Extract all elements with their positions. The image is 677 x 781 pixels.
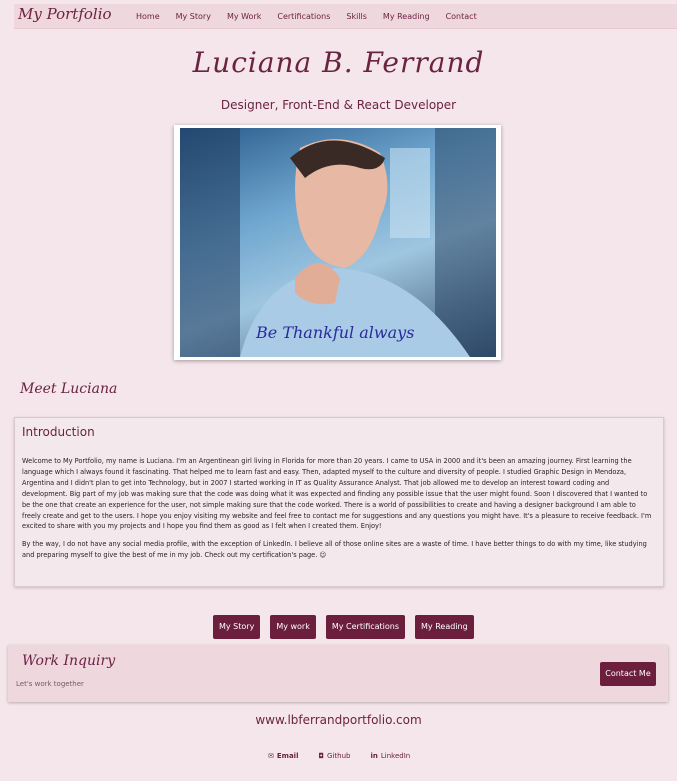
- footer-linkedin-link[interactable]: in LinkedIn: [370, 752, 410, 760]
- nav-link-my-reading[interactable]: My Reading: [383, 12, 430, 21]
- profile-photo: Be Thankful always: [180, 128, 496, 357]
- work-inquiry-title: Work Inquiry: [22, 653, 116, 669]
- nav-link-contact[interactable]: Contact: [446, 12, 477, 21]
- introduction-text: Welcome to My Portfolio, my name is Luci…: [22, 456, 654, 568]
- brand-logo[interactable]: My Portfolio: [18, 5, 112, 23]
- footer-github-link[interactable]: ◘ Github: [318, 752, 350, 760]
- nav-link-my-story[interactable]: My Story: [176, 12, 211, 21]
- nav-link-my-work[interactable]: My Work: [227, 12, 261, 21]
- github-icon: ◘: [318, 752, 325, 760]
- work-inquiry-subtitle: Let's work together: [16, 680, 84, 688]
- photo-caption: Be Thankful always: [256, 323, 415, 342]
- contact-me-button[interactable]: Contact Me: [600, 662, 656, 686]
- my-reading-button[interactable]: My Reading: [415, 615, 474, 639]
- footer-email-link[interactable]: ✉ Email: [268, 752, 298, 760]
- top-navbar: My Portfolio Home My Story My Work Certi…: [14, 4, 677, 29]
- site-url: www.lbferrandportfolio.com: [255, 713, 422, 727]
- intro-paragraph-1: Welcome to My Portfolio, my name is Luci…: [22, 457, 652, 531]
- introduction-title: Introduction: [22, 425, 95, 439]
- nav-link-home[interactable]: Home: [136, 12, 160, 21]
- profile-photo-frame: Be Thankful always: [174, 125, 501, 360]
- section-buttons: My Story My work My Certifications My Re…: [213, 615, 484, 639]
- linkedin-icon: in: [370, 752, 378, 760]
- my-story-button[interactable]: My Story: [213, 615, 261, 639]
- footer-linkedin-label: LinkedIn: [380, 752, 411, 760]
- intro-paragraph-2: By the way, I do not have any social med…: [22, 540, 647, 560]
- my-certifications-button[interactable]: My Certifications: [325, 615, 406, 639]
- hero-subtitle: Designer, Front-End & React Developer: [220, 98, 457, 112]
- nav-links: Home My Story My Work Certifications Ski…: [136, 12, 493, 21]
- introduction-card: Introduction Welcome to My Portfolio, my…: [14, 417, 664, 587]
- work-inquiry-banner: Work Inquiry Let's work together Contact…: [8, 645, 668, 702]
- nav-link-certifications[interactable]: Certifications: [277, 12, 330, 21]
- my-work-button[interactable]: My work: [270, 615, 316, 639]
- nav-link-skills[interactable]: Skills: [346, 12, 367, 21]
- hero-name: Luciana B. Ferrand: [192, 46, 485, 79]
- meet-heading: Meet Luciana: [20, 381, 118, 397]
- footer-email-label: Email: [276, 752, 299, 760]
- footer-github-label: Github: [327, 752, 351, 760]
- footer-links: ✉ Email ◘ Github in LinkedIn: [268, 752, 430, 760]
- email-icon: ✉: [268, 752, 274, 760]
